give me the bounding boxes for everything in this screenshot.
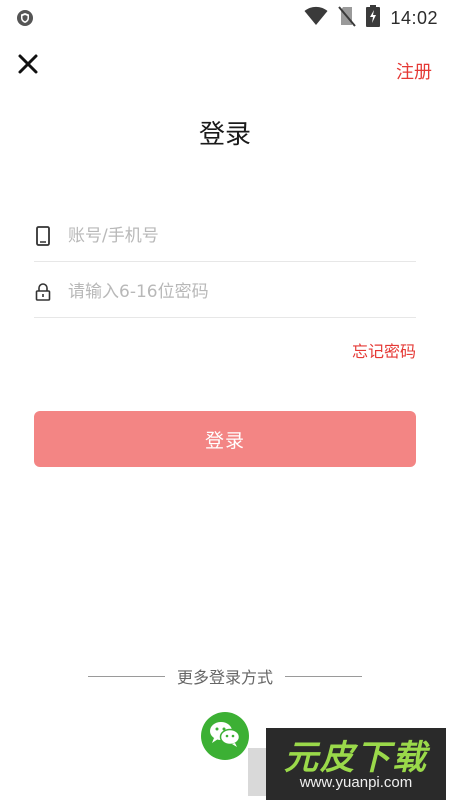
phone-icon	[34, 225, 52, 247]
lock-icon	[34, 281, 52, 303]
shield-icon	[16, 9, 34, 27]
login-button[interactable]: 登录	[34, 411, 416, 467]
status-bar: 14:02	[0, 0, 450, 36]
watermark-url: www.yuanpi.com	[299, 774, 413, 791]
password-input[interactable]	[68, 276, 388, 307]
wechat-login-button[interactable]	[201, 712, 249, 760]
status-icons: 14:02	[304, 5, 438, 31]
status-time: 14:02	[390, 7, 438, 28]
divider-line-right	[285, 675, 363, 677]
battery-charging-icon	[366, 5, 381, 31]
no-sim-icon	[338, 5, 357, 31]
password-field	[34, 266, 416, 318]
register-link[interactable]: 注册	[396, 58, 432, 84]
watermark-badge: 元皮下载 www.yuanpi.com	[266, 728, 446, 800]
login-screen: 14:02 注册 登录 账号/手机号 忘记密码 登录 更多登录方式 元皮下载 w…	[0, 0, 450, 800]
wechat-icon	[209, 720, 241, 752]
more-login-divider: 更多登录方式	[88, 664, 363, 688]
forgot-password-link[interactable]: 忘记密码	[352, 338, 416, 362]
account-input[interactable]	[68, 220, 388, 251]
watermark: 元皮下载 www.yuanpi.com	[248, 724, 450, 800]
close-icon	[17, 53, 39, 79]
account-field	[34, 210, 416, 262]
divider-line-left	[88, 675, 165, 677]
page-title: 登录	[198, 120, 251, 150]
more-login-label: 更多登录方式	[177, 668, 274, 687]
wifi-icon	[304, 6, 328, 30]
watermark-title: 元皮下载	[284, 738, 428, 778]
close-button[interactable]	[14, 52, 42, 80]
